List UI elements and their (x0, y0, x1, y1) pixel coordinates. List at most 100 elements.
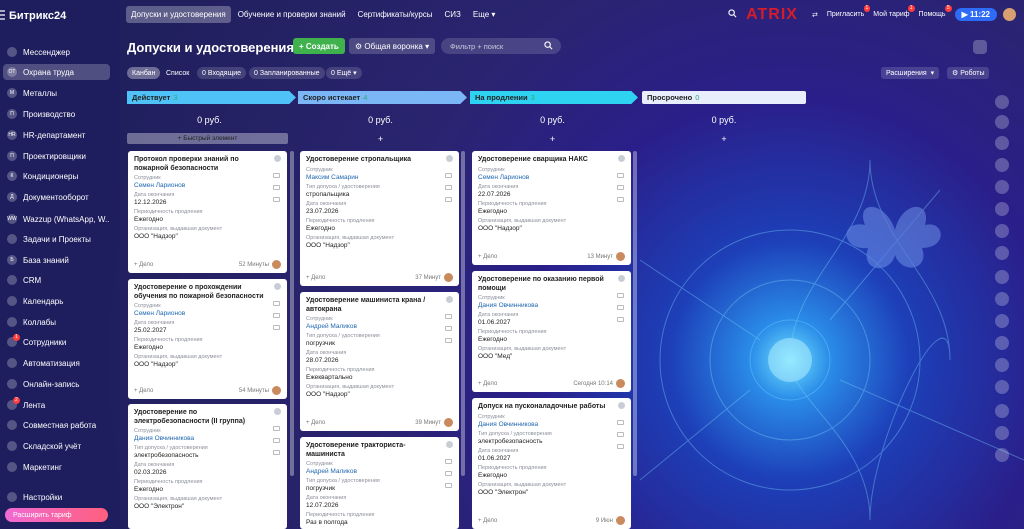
chat-icon[interactable] (273, 325, 280, 330)
chat-icon[interactable] (617, 197, 624, 202)
search-icon[interactable] (728, 9, 737, 20)
search-icon[interactable] (544, 41, 553, 50)
tab-more[interactable]: Еще ▾ (468, 6, 501, 23)
phone-icon[interactable] (617, 293, 624, 298)
help-button[interactable]: Помощь 5 (919, 5, 952, 18)
mail-icon[interactable] (273, 438, 280, 443)
add-deal-link[interactable]: + Дело (306, 420, 325, 426)
mail-icon[interactable] (617, 185, 624, 190)
sidebar-item[interactable]: Автоматизация (3, 355, 110, 371)
rail-app-icon[interactable] (995, 270, 1009, 284)
settings-icon[interactable] (973, 40, 987, 54)
column-scrollbar[interactable] (461, 151, 465, 476)
sidebar-item[interactable]: Лента 2 (3, 397, 110, 413)
card-avatar[interactable] (444, 273, 453, 282)
sidebar-item[interactable]: Мессенджер (3, 44, 110, 60)
mail-icon[interactable] (273, 313, 280, 318)
rail-app-icon[interactable] (995, 95, 1009, 109)
chat-icon[interactable] (617, 317, 624, 322)
add-deal-link[interactable]: + Дело (478, 518, 497, 524)
mail-icon[interactable] (617, 432, 624, 437)
sidebar-item[interactable]: Задачи и Проекты (3, 231, 110, 247)
card-avatar[interactable] (444, 418, 453, 427)
create-button[interactable]: + Создать (293, 38, 345, 54)
chat-icon[interactable] (273, 197, 280, 202)
filter-incoming[interactable]: 0 Входящие (197, 67, 247, 79)
card-employee[interactable]: Андрей Маликов (306, 323, 452, 331)
sidebar-item[interactable]: П Производство (3, 106, 110, 122)
add-deal-link[interactable]: + Дело (134, 388, 153, 394)
view-list[interactable]: Список (161, 67, 194, 79)
card-title[interactable]: Удостоверение по электробезопасности (II… (134, 409, 280, 426)
sidebar-item[interactable]: М Металлы (3, 85, 110, 101)
mail-icon[interactable] (445, 185, 452, 190)
rail-app-icon[interactable] (995, 404, 1009, 418)
rail-app-icon[interactable] (995, 292, 1009, 306)
quick-add-button[interactable]: + Быстрый элемент (127, 133, 288, 144)
sidebar-item[interactable]: Онлайн-запись (3, 376, 110, 392)
chat-icon[interactable] (445, 338, 452, 343)
mail-icon[interactable] (445, 326, 452, 331)
sidebar-item[interactable]: ОТ Охрана труда (3, 64, 110, 80)
column-scrollbar[interactable] (290, 151, 294, 476)
tab-training[interactable]: Обучение и проверки знаний (233, 6, 351, 23)
sidebar-item[interactable]: Календарь (3, 293, 110, 309)
tab-permits[interactable]: Допуски и удостоверения (126, 6, 231, 23)
card-avatar[interactable] (272, 386, 281, 395)
sidebar-item[interactable]: Б База знаний (3, 252, 110, 268)
sidebar-item[interactable]: Д Документооборот (3, 189, 110, 205)
filter-planned[interactable]: 0 Запланированные (249, 67, 325, 79)
kanban-card[interactable]: Удостоверение сварщика НАКС Сотрудник Се… (472, 151, 631, 265)
phone-icon[interactable] (273, 301, 280, 306)
sidebar-item[interactable]: Сотрудники 1 (3, 334, 110, 350)
add-item-button[interactable]: + (470, 133, 635, 144)
robots-button[interactable]: ⚙ Роботы (947, 67, 990, 79)
phone-icon[interactable] (445, 459, 452, 464)
user-avatar[interactable] (1003, 8, 1016, 21)
sidebar-item[interactable]: К Кондиционеры (3, 168, 110, 184)
kanban-card[interactable]: Протокол проверки знаний по пожарной без… (128, 151, 287, 273)
extensions-button[interactable]: Расширения ▾ (881, 67, 940, 79)
rail-app-icon[interactable] (995, 202, 1009, 216)
chat-icon[interactable] (445, 197, 452, 202)
sidebar-item[interactable]: CRM (3, 272, 110, 288)
card-title[interactable]: Удостоверение тракториста-машиниста (306, 442, 452, 459)
add-item-button[interactable]: + (642, 133, 806, 144)
filter-search-input[interactable]: Фильтр + поиск (441, 38, 561, 54)
rail-app-icon[interactable] (995, 314, 1009, 328)
funnel-selector[interactable]: ⚙ Общая воронка ▾ (349, 38, 436, 54)
phone-icon[interactable] (617, 420, 624, 425)
rail-app-icon[interactable] (995, 246, 1009, 260)
my-tariff-button[interactable]: Мой тариф 1 (873, 5, 915, 18)
card-avatar[interactable] (616, 252, 625, 261)
card-title[interactable]: Допуск на пусконаладочные работы (478, 403, 624, 412)
rail-app-icon[interactable] (995, 448, 1009, 462)
mail-icon[interactable] (273, 185, 280, 190)
chat-icon[interactable] (273, 450, 280, 455)
rail-app-icon[interactable] (995, 426, 1009, 440)
mail-icon[interactable] (445, 471, 452, 476)
mail-icon[interactable] (617, 305, 624, 310)
sidebar-item[interactable]: П Проектировщики (3, 148, 110, 164)
app-logo[interactable]: Битрикс24 (9, 10, 66, 22)
rail-app-icon[interactable] (995, 336, 1009, 350)
sidebar-item[interactable]: WW Wazzup (WhatsApp, W... (3, 211, 110, 227)
phone-icon[interactable] (445, 314, 452, 319)
card-avatar[interactable] (616, 516, 625, 525)
rail-app-icon[interactable] (995, 224, 1009, 238)
kanban-card[interactable]: Удостоверение тракториста-машиниста Сотр… (300, 437, 459, 529)
card-employee[interactable]: Дания Овчинникова (478, 302, 624, 310)
card-employee[interactable]: Дания Овчинникова (134, 435, 280, 443)
card-employee[interactable]: Максим Самарин (306, 174, 452, 182)
view-kanban[interactable]: Канбан (127, 67, 161, 79)
add-deal-link[interactable]: + Дело (306, 275, 325, 281)
menu-icon[interactable] (0, 9, 6, 21)
card-title[interactable]: Протокол проверки знаний по пожарной без… (134, 156, 280, 173)
tab-ppe[interactable]: СИЗ (440, 6, 466, 23)
add-deal-link[interactable]: + Дело (134, 262, 153, 268)
rail-app-icon[interactable] (995, 158, 1009, 172)
qr-icon[interactable]: ⇄ (812, 11, 818, 19)
column-header-overdue[interactable]: Просрочено 0 (642, 91, 806, 104)
kanban-card[interactable]: Удостоверение по электробезопасности (II… (128, 404, 287, 529)
column-header-active[interactable]: Действует 3 (127, 91, 296, 104)
